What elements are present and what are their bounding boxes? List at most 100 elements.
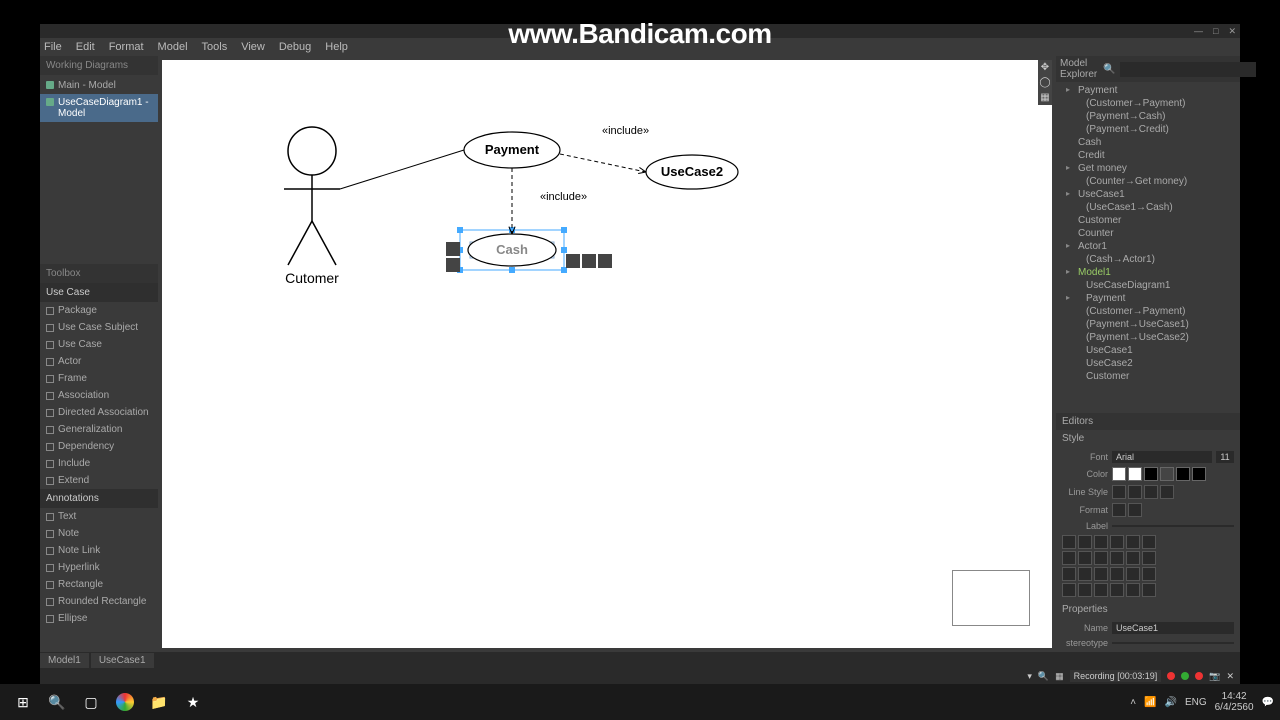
tool-item[interactable]: Generalization <box>40 421 158 438</box>
zoom-tool-icon[interactable]: ◯ <box>1038 75 1052 90</box>
align-cell[interactable] <box>1142 535 1156 549</box>
align-cell[interactable] <box>1062 535 1076 549</box>
tool-item[interactable]: Extend <box>40 472 158 489</box>
tree-node[interactable]: (Payment→UseCase1) <box>1056 318 1240 331</box>
align-cell[interactable] <box>1126 535 1140 549</box>
menu-help[interactable]: Help <box>325 41 348 53</box>
tree-node[interactable]: Customer <box>1056 214 1240 227</box>
align-cell[interactable] <box>1062 583 1076 597</box>
tool-item[interactable]: Note Link <box>40 542 158 559</box>
menu-edit[interactable]: Edit <box>76 41 95 53</box>
swatch-text[interactable] <box>1176 467 1190 481</box>
close-recorder-icon[interactable]: ✕ <box>1226 671 1234 682</box>
pointer-tool-icon[interactable]: ✥ <box>1038 60 1052 75</box>
clock[interactable]: 14:426/4/2560 <box>1215 691 1254 713</box>
align-cell[interactable] <box>1142 551 1156 565</box>
align-cell[interactable] <box>1062 551 1076 565</box>
stop-button[interactable] <box>1195 672 1203 680</box>
diagram-svg[interactable]: CutomerPaymentUseCase2Cash«include»«incl… <box>162 60 1052 648</box>
tree-node[interactable]: Payment <box>1056 84 1240 97</box>
tool-item[interactable]: Actor <box>40 353 158 370</box>
tool-item[interactable]: Dependency <box>40 438 158 455</box>
status-icon[interactable]: ▾ <box>1027 671 1032 682</box>
align-cell[interactable] <box>1142 567 1156 581</box>
start-button[interactable]: ⊞ <box>6 688 40 716</box>
menu-format[interactable]: Format <box>109 41 144 53</box>
name-value[interactable]: UseCase1 <box>1112 622 1234 634</box>
menu-tools[interactable]: Tools <box>202 41 228 53</box>
swatch-white[interactable] <box>1112 467 1126 481</box>
tree-node[interactable]: (Cash→Actor1) <box>1056 253 1240 266</box>
diagram-tab[interactable]: Main - Model <box>40 77 158 94</box>
ls-1[interactable] <box>1112 485 1126 499</box>
tool-item[interactable]: Directed Association <box>40 404 158 421</box>
chrome-icon[interactable] <box>108 688 142 716</box>
grid-tool-icon[interactable]: ▦ <box>1038 90 1052 105</box>
lang-indicator[interactable]: ENG <box>1185 697 1207 708</box>
align-cell[interactable] <box>1094 567 1108 581</box>
tree-node[interactable]: UseCase2 <box>1056 357 1240 370</box>
tree-node[interactable]: UseCase1 <box>1056 344 1240 357</box>
tree-node[interactable]: Counter <box>1056 227 1240 240</box>
align-cell[interactable] <box>1094 551 1108 565</box>
tool-item[interactable]: Frame <box>40 370 158 387</box>
model-explorer-search[interactable] <box>1120 62 1256 77</box>
play-button[interactable] <box>1181 672 1189 680</box>
swatch-black[interactable] <box>1192 467 1206 481</box>
align-cell[interactable] <box>1110 535 1124 549</box>
tree-node[interactable]: Get money <box>1056 162 1240 175</box>
grid-icon[interactable]: ▦ <box>1055 671 1064 682</box>
stereotype-value[interactable] <box>1112 642 1234 644</box>
menu-file[interactable]: File <box>44 41 62 53</box>
tool-group-header[interactable]: Annotations <box>40 489 158 508</box>
ls-3[interactable] <box>1144 485 1158 499</box>
fmt-2[interactable] <box>1128 503 1142 517</box>
tree-node[interactable]: Model1 <box>1056 266 1240 279</box>
tool-group-header[interactable]: Use Case <box>40 283 158 302</box>
tree-node[interactable]: Payment <box>1056 292 1240 305</box>
tool-item[interactable]: Rounded Rectangle <box>40 593 158 610</box>
tree-node[interactable]: (Payment→Credit) <box>1056 123 1240 136</box>
align-cell[interactable] <box>1078 535 1092 549</box>
maximize-button[interactable]: □ <box>1213 26 1218 36</box>
bottom-tab[interactable]: UseCase1 <box>91 653 154 668</box>
tool-item[interactable]: Use Case Subject <box>40 319 158 336</box>
zoom-icon[interactable]: 🔍 <box>1038 671 1049 682</box>
fmt-1[interactable] <box>1112 503 1126 517</box>
task-view-button[interactable]: ▢ <box>74 688 108 716</box>
align-cell[interactable] <box>1110 567 1124 581</box>
ls-4[interactable] <box>1160 485 1174 499</box>
tree-node[interactable]: (Counter→Get money) <box>1056 175 1240 188</box>
minimap[interactable] <box>952 570 1030 626</box>
font-size[interactable]: 11 <box>1216 451 1234 463</box>
notifications-icon[interactable]: 💬 <box>1262 697 1274 708</box>
tree-node[interactable]: (UseCase1→Cash) <box>1056 201 1240 214</box>
align-cell[interactable] <box>1078 551 1092 565</box>
tool-item[interactable]: Rectangle <box>40 576 158 593</box>
tool-item[interactable]: Use Case <box>40 336 158 353</box>
label-value[interactable] <box>1112 525 1234 527</box>
tool-item[interactable]: Text <box>40 508 158 525</box>
record-button[interactable] <box>1167 672 1175 680</box>
align-cell[interactable] <box>1094 583 1108 597</box>
align-cell[interactable] <box>1110 551 1124 565</box>
staruml-icon[interactable]: ★ <box>176 688 210 716</box>
tool-item[interactable]: Association <box>40 387 158 404</box>
tool-item[interactable]: Include <box>40 455 158 472</box>
search-icon[interactable]: 🔍 <box>1103 64 1115 75</box>
swatch-gray[interactable] <box>1160 467 1174 481</box>
camera-icon[interactable]: 📷 <box>1209 671 1220 682</box>
close-button[interactable]: ✕ <box>1228 26 1236 37</box>
align-cell[interactable] <box>1062 567 1076 581</box>
font-value[interactable]: Arial <box>1112 451 1212 463</box>
align-cell[interactable] <box>1078 567 1092 581</box>
ls-2[interactable] <box>1128 485 1142 499</box>
network-icon[interactable]: 📶 <box>1144 697 1156 708</box>
tool-item[interactable]: Note <box>40 525 158 542</box>
explorer-icon[interactable]: 📁 <box>142 688 176 716</box>
swatch-line[interactable] <box>1144 467 1158 481</box>
canvas[interactable]: CutomerPaymentUseCase2Cash«include»«incl… <box>162 60 1052 648</box>
tree-node[interactable]: UseCase1 <box>1056 188 1240 201</box>
tool-item[interactable]: Hyperlink <box>40 559 158 576</box>
tray-chevron-icon[interactable]: ˄ <box>1130 697 1136 708</box>
